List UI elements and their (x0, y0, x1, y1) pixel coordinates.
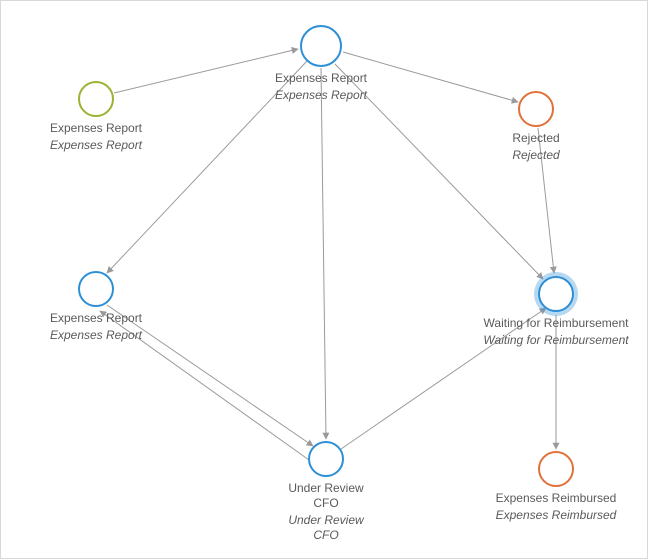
node-title: Rejected (446, 131, 626, 146)
circle-icon (518, 91, 554, 127)
node-title: Expenses Report (6, 311, 186, 326)
circle-icon (308, 441, 344, 477)
node-expenses-report-left: Expenses Report Expenses Report (6, 271, 186, 343)
node-title: Expenses Report (6, 121, 186, 136)
node-subtitle: Rejected (446, 148, 626, 163)
node-subtitle: Waiting for Reimbursement (466, 333, 646, 348)
node-title: Expenses Reimbursed (466, 491, 646, 506)
node-rejected: Rejected Rejected (446, 91, 626, 163)
node-subtitle: Expenses Report (6, 328, 186, 343)
workflow-diagram: Expenses Report Expenses Report Expenses… (0, 0, 648, 559)
circle-icon (78, 81, 114, 117)
node-waiting-reimbursement: Waiting for Reimbursement Waiting for Re… (466, 276, 646, 348)
node-title: Under Review CFO (236, 481, 416, 511)
node-subtitle: Expenses Report (231, 88, 411, 103)
node-expenses-reimbursed: Expenses Reimbursed Expenses Reimbursed (466, 451, 646, 523)
circle-icon (538, 276, 574, 312)
circle-icon (538, 451, 574, 487)
circle-icon (300, 25, 342, 67)
node-title: Expenses Report (231, 71, 411, 86)
edge-top-cfo (321, 68, 326, 439)
node-title: Waiting for Reimbursement (466, 316, 646, 331)
circle-icon (78, 271, 114, 307)
node-subtitle: Expenses Report (6, 138, 186, 153)
node-subtitle: Under Review CFO (236, 513, 416, 543)
node-expenses-report-top: Expenses Report Expenses Report (231, 25, 411, 103)
node-under-review-cfo: Under Review CFO Under Review CFO (236, 441, 416, 543)
node-expenses-report-source: Expenses Report Expenses Report (6, 81, 186, 153)
node-subtitle: Expenses Reimbursed (466, 508, 646, 523)
